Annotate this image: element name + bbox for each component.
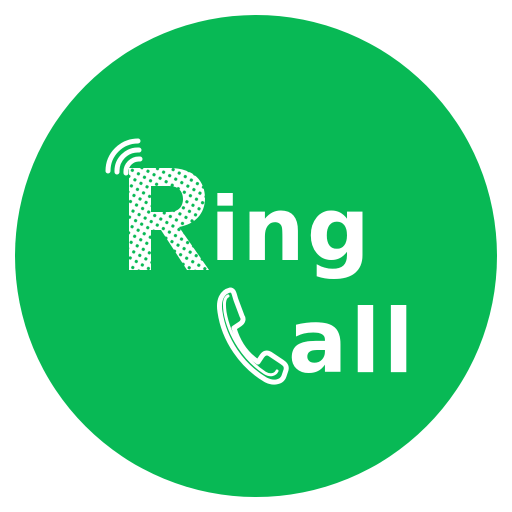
phone-handset-icon bbox=[217, 287, 289, 385]
logo-word-ring: ing bbox=[210, 178, 372, 281]
logo-letter-r bbox=[129, 168, 209, 270]
app-icon: ing all bbox=[0, 0, 512, 512]
logo-word-call: all bbox=[288, 290, 417, 393]
